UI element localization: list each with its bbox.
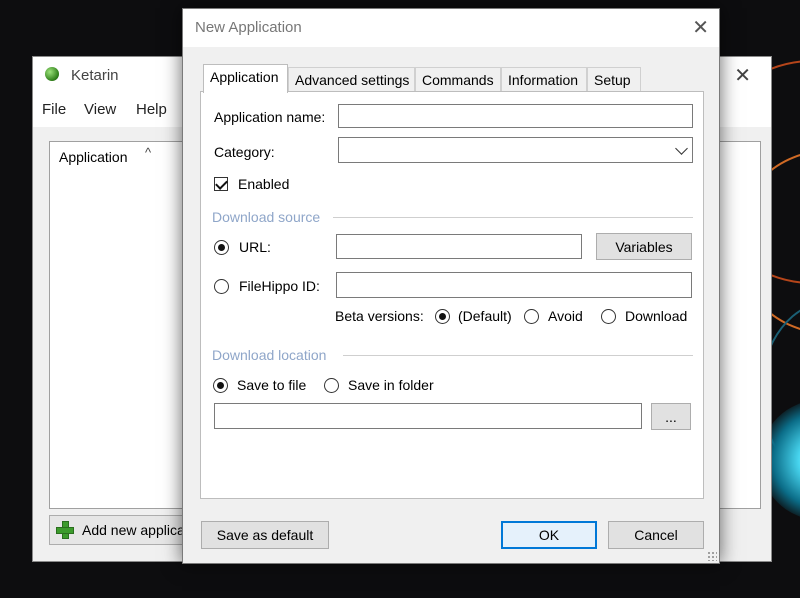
tab-advanced-settings[interactable]: Advanced settings [288,67,415,91]
ketarin-app-icon [45,67,59,81]
beta-download-label: Download [625,308,688,324]
save-to-file-radio[interactable] [213,378,228,393]
beta-versions-label: Beta versions: [335,308,424,324]
main-close-icon[interactable]: ✕ [734,63,751,88]
menu-view[interactable]: View [84,101,116,118]
download-location-divider [343,355,693,356]
beta-avoid-label: Avoid [548,308,583,324]
add-new-application-label: Add new applica [82,522,185,538]
save-as-default-button[interactable]: Save as default [201,521,329,549]
variables-button[interactable]: Variables [596,233,692,260]
save-in-folder-radio[interactable] [324,378,339,393]
url-input[interactable] [336,234,582,259]
category-combobox[interactable] [338,137,693,163]
add-new-application-button[interactable]: Add new applica [49,515,199,545]
beta-download-radio[interactable] [601,309,616,324]
browse-button[interactable]: ... [651,403,691,430]
save-to-file-label: Save to file [237,377,307,393]
enabled-label: Enabled [238,176,290,192]
download-location-group-label: Download location [212,347,327,363]
category-label: Category: [214,144,275,160]
dialog-titlebar: New Application ✕ [183,9,719,47]
application-tab-panel: Application name: Category: Enabled Down… [200,91,704,499]
dialog-close-icon[interactable]: ✕ [692,15,709,40]
beta-default-radio[interactable] [435,309,450,324]
checkmark-icon [215,177,228,190]
download-path-input[interactable] [214,403,642,429]
menu-help[interactable]: Help [136,101,167,118]
filehippo-id-input[interactable] [336,272,692,298]
filehippo-id-label: FileHippo ID: [239,278,320,294]
url-label: URL: [239,239,271,255]
save-in-folder-label: Save in folder [348,377,434,393]
ok-button[interactable]: OK [501,521,597,549]
menu-file[interactable]: File [42,101,66,118]
tab-setup[interactable]: Setup [587,67,641,91]
tab-application[interactable]: Application [203,64,288,93]
dialog-title: New Application [195,19,302,36]
application-name-label: Application name: [214,109,326,125]
chevron-down-icon [675,142,688,155]
url-radio[interactable] [214,240,229,255]
enabled-checkbox[interactable] [214,177,228,191]
download-source-divider [333,217,693,218]
tab-commands[interactable]: Commands [415,67,501,91]
beta-avoid-radio[interactable] [524,309,539,324]
tab-information[interactable]: Information [501,67,587,91]
application-name-input[interactable] [338,104,693,128]
filehippo-radio[interactable] [214,279,229,294]
resize-grip-icon[interactable] [707,551,717,561]
main-window-title: Ketarin [71,67,119,84]
beta-default-label: (Default) [458,308,512,324]
add-plus-icon [56,521,74,539]
new-application-dialog: New Application ✕ Application Advanced s… [182,8,720,564]
sort-ascending-icon: ^ [145,145,152,160]
column-header-label: Application [59,149,128,165]
cancel-button[interactable]: Cancel [608,521,704,549]
download-source-group-label: Download source [212,209,321,225]
column-header-application[interactable]: Application ^ [59,145,151,165]
